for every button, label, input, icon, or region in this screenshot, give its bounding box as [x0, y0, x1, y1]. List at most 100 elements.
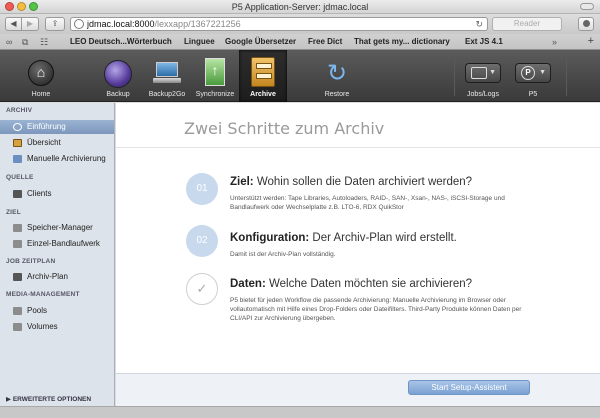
step-3-description: P5 bietet für jeden Workflow die passend… [230, 297, 522, 322]
sidebar-section-job-zeitplan: JOB ZEITPLAN [6, 258, 56, 265]
step-1-number: 01 [186, 173, 218, 205]
download-icon [583, 20, 590, 27]
sidebar-item-einfuehrung[interactable]: Einführung [0, 120, 114, 134]
add-tab-icon[interactable]: + [588, 35, 594, 47]
toolbar-jobs-logs-label: Jobs/Logs [467, 91, 499, 98]
step-2-number: 02 [186, 225, 218, 257]
sidebar-item-pools[interactable]: Pools [0, 304, 114, 318]
bookmark-extjs[interactable]: Ext JS 4.1 [465, 37, 503, 46]
sidebar-item-archiv-plan[interactable]: Archiv-Plan [0, 270, 114, 284]
storage-manager-icon [13, 224, 22, 232]
toolbar-synchronize[interactable]: Synchronize [191, 50, 239, 102]
url-host: jdmac.local:8000 [87, 19, 155, 29]
url-path: /lexxapp/1367221256 [154, 19, 241, 29]
pools-icon [13, 307, 22, 315]
bookmark-free-dict[interactable]: Free Dict [308, 37, 342, 46]
address-bar[interactable]: jdmac.local:8000/lexxapp/1367221256 ↻ [70, 17, 488, 31]
share-icon: ⇪ [51, 19, 59, 28]
toolbar-separator-right [566, 58, 567, 96]
step-3-title: Daten: Welche Daten möchten sie archivie… [230, 278, 472, 290]
back-button[interactable]: ◀ [5, 17, 22, 31]
toolbar-backup2go[interactable]: Backup2Go [143, 50, 191, 102]
sidebar-item-uebersicht[interactable]: Übersicht [0, 136, 114, 150]
toolbar-archive[interactable]: Archive [239, 50, 287, 102]
sidebar-item-label: Pools [27, 306, 48, 315]
content-footer: Start Setup-Assistent [116, 373, 600, 406]
toolbar-home[interactable]: Home [17, 50, 65, 102]
sidebar-item-clients[interactable]: Clients [0, 187, 114, 201]
fullscreen-button[interactable] [580, 3, 594, 10]
reload-icon[interactable]: ↻ [475, 18, 483, 30]
start-setup-assistant-button[interactable]: Start Setup-Assistent [408, 380, 530, 395]
bookmark-google-uebersetzer[interactable]: Google Übersetzer [225, 37, 296, 46]
window-titlebar: P5 Application-Server: jdmac.local [0, 0, 600, 14]
more-bookmarks-icon[interactable]: » [552, 37, 557, 47]
toolbar-backup[interactable]: Backup [94, 50, 142, 102]
archive-cabinet-icon [13, 139, 22, 147]
forward-arrow-icon: ▶ [26, 19, 34, 28]
toolbar-backup2go-label: Backup2Go [148, 91, 186, 98]
step-1-title-bold: Ziel: [230, 176, 254, 188]
toolbar-restore-label: Restore [324, 91, 350, 98]
zoom-window-button[interactable] [29, 2, 38, 11]
browser-status-bar [0, 406, 600, 418]
sidebar-item-einzel-bandlaufwerk[interactable]: Einzel-Bandlaufwerk [0, 237, 114, 251]
step-1-description: Unterstützt werden: Tape Libraries, Auto… [230, 195, 505, 211]
sidebar-item-label: Einführung [27, 122, 66, 131]
toolbar-restore[interactable]: ↻ Restore [313, 50, 361, 102]
step-3-title-bold: Daten: [230, 278, 266, 290]
step-1-title: Ziel: Wohin sollen die Daten archiviert … [230, 176, 472, 188]
jobs-logs-dropdown[interactable]: ▼ [465, 63, 501, 83]
step-3-checkmark-icon: ✓ [186, 273, 218, 305]
step-2-title-bold: Konfiguration: [230, 232, 310, 244]
backup-icon [104, 60, 132, 88]
forward-button[interactable]: ▶ [22, 17, 39, 31]
sidebar-item-label: Einzel-Bandlaufwerk [27, 239, 100, 248]
top-sites-icon[interactable]: ☷ [40, 37, 48, 48]
chevron-down-icon: ▼ [489, 69, 496, 76]
site-globe-icon [74, 19, 84, 29]
sidebar-item-label: Clients [27, 189, 52, 198]
sidebar: ARCHIV Einführung Übersicht Manuelle Arc… [0, 103, 115, 406]
step-2-title-text: Der Archiv-Plan wird erstellt. [312, 232, 457, 244]
sidebar-section-quelle: QUELLE [6, 174, 34, 181]
toolbar-backup-label: Backup [106, 91, 130, 98]
archive-cabinet-icon [251, 57, 275, 87]
downloads-button[interactable] [578, 17, 594, 31]
bookmarks-book-icon[interactable]: ⧉ [22, 37, 28, 48]
p5-dropdown[interactable]: P ▼ [515, 63, 551, 83]
computer-icon [13, 190, 22, 198]
toolbar-archive-label: Archive [250, 91, 276, 98]
home-icon [28, 60, 54, 86]
toolbar-jobs-logs[interactable]: ▼ Jobs/Logs [460, 50, 506, 102]
step-1-title-text: Wohin sollen die Daten archiviert werden… [256, 176, 473, 188]
sidebar-item-volumes[interactable]: Volumes [0, 320, 114, 334]
minimize-window-button[interactable] [17, 2, 26, 11]
sidebar-item-speicher-manager[interactable]: Speicher-Manager [0, 221, 114, 235]
restore-arrow-icon: ↻ [326, 60, 348, 87]
bookmark-linguee[interactable]: Linguee [184, 37, 215, 46]
share-button[interactable]: ⇪ [45, 17, 65, 31]
sidebar-section-media-management: MEDIA-MANAGEMENT [6, 291, 80, 298]
sidebar-item-manuelle-archivierung[interactable]: Manuelle Archivierung [0, 152, 114, 166]
reader-button[interactable]: Reader [492, 17, 562, 31]
monitor-graph-icon [471, 67, 487, 79]
close-window-button[interactable] [5, 2, 14, 11]
advanced-options-toggle[interactable]: ▶ ERWEITERTE OPTIONEN [6, 395, 91, 403]
bookmark-dictionary[interactable]: That gets my... dictionary [354, 37, 450, 46]
step-2-description: Damit ist der Archiv-Plan vollständig. [230, 251, 336, 258]
back-arrow-icon: ◀ [10, 19, 17, 28]
toolbar-synchronize-label: Synchronize [195, 91, 235, 98]
sidebar-item-label: Archiv-Plan [27, 272, 68, 281]
toolbar-p5-label: P5 [528, 91, 538, 98]
plan-icon [13, 273, 22, 281]
sidebar-section-archiv: ARCHIV [6, 107, 33, 114]
window-icon [13, 155, 22, 163]
toolbar-p5[interactable]: P ▼ P5 [510, 50, 556, 102]
triangle-right-icon: ▶ [6, 396, 11, 403]
page-title: Zwei Schritte zum Archiv [184, 119, 385, 138]
reading-list-icon[interactable]: ∞ [6, 37, 12, 47]
app-toolbar: Home Backup Backup2Go Synchronize Archiv… [0, 50, 600, 102]
bookmark-leo[interactable]: LEO Deutsch...Wörterbuch [70, 37, 172, 46]
sidebar-item-label: Volumes [27, 322, 58, 331]
